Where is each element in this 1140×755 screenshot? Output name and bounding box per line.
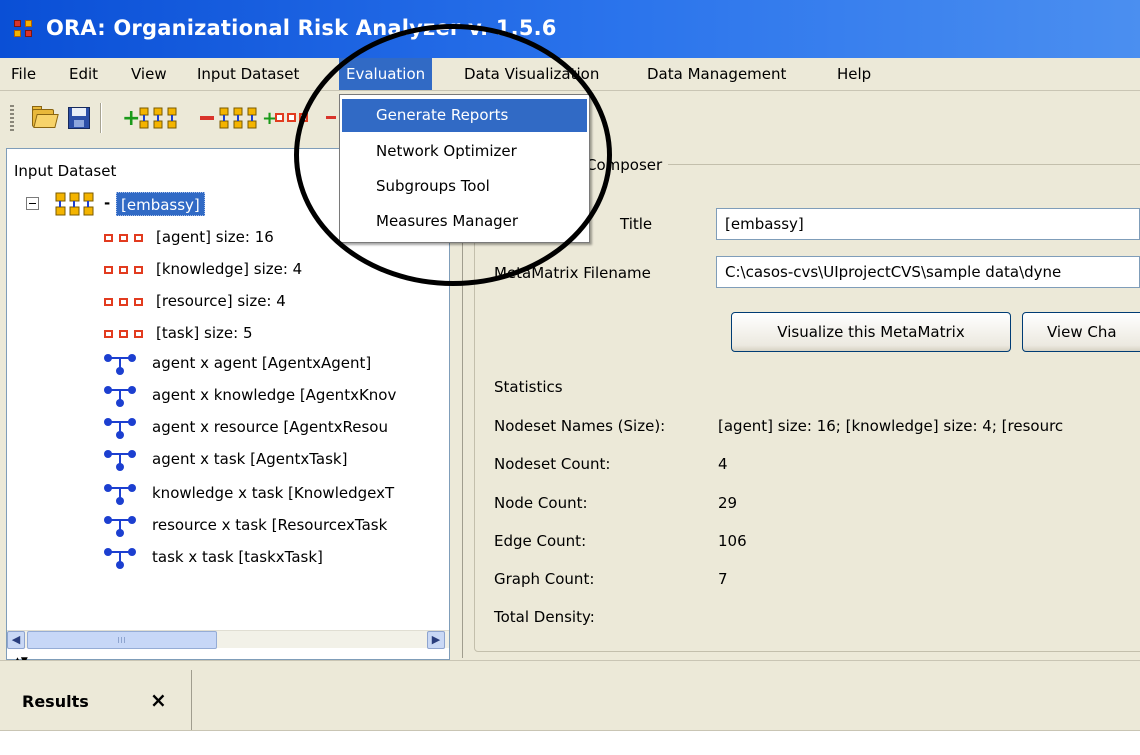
tree-item-label: agent x agent [AgentxAgent] (152, 354, 372, 372)
filename-label: MetaMatrix Filename (494, 264, 651, 282)
statistics-header: Statistics (494, 378, 563, 396)
network-icon (104, 449, 138, 471)
stat-label: Edge Count: (494, 532, 587, 550)
nodeset-icon (104, 233, 146, 243)
svg-text:+: + (122, 106, 140, 131)
title-field[interactable]: [embassy] (716, 208, 1140, 240)
input-dataset-header: Input Dataset (14, 162, 117, 180)
tree-item-label: agent x knowledge [AgentxKnov (152, 386, 397, 404)
window-title: ORA: Organizational Risk Analyzer v. 1.5… (46, 16, 557, 40)
menu-help[interactable]: Help (830, 58, 878, 90)
network-icon (104, 547, 138, 569)
composer-legend: Composer (580, 156, 669, 174)
toolbar-separator (100, 103, 101, 133)
stat-value: 7 (718, 570, 728, 588)
menu-item-network-optimizer[interactable]: Network Optimizer (342, 135, 587, 168)
nodeset-icon (104, 297, 146, 307)
tree-item-nodeset[interactable]: [agent] size: 16 (104, 224, 274, 250)
network-icon (104, 385, 138, 407)
tree-collapse-toggle[interactable] (26, 197, 39, 210)
network-icon (104, 483, 138, 505)
tree-item-label: [knowledge] size: 4 (156, 260, 303, 278)
tree-item-nodeset[interactable]: [resource] size: 4 (104, 288, 286, 314)
filename-field[interactable]: C:\casos-cvs\UIprojectCVS\sample data\dy… (716, 256, 1140, 288)
tree-item-network[interactable]: agent x knowledge [AgentxKnov (104, 382, 396, 408)
tree-item-label: knowledge x task [KnowledgexT (152, 484, 395, 502)
tree-item-network[interactable]: agent x task [AgentxTask] (104, 446, 347, 472)
tree-item-network[interactable]: agent x agent [AgentxAgent] (104, 350, 371, 376)
stat-label: Nodeset Names (Size): (494, 417, 666, 435)
tree-horizontal-scrollbar[interactable]: ◀ ▶ (7, 630, 449, 649)
menu-bar: File Edit View Input Dataset Evaluation … (0, 58, 1140, 91)
stat-label: Total Density: (494, 608, 595, 626)
tree-item-label: task x task [taskxTask] (152, 548, 323, 566)
stat-label: Node Count: (494, 494, 588, 512)
menu-file[interactable]: File (4, 58, 43, 90)
results-content (0, 730, 1140, 755)
add-metamatrix-icon[interactable]: + (120, 103, 196, 133)
tree-item-label: [agent] size: 16 (156, 228, 274, 246)
tree-item-label: [task] size: 5 (156, 324, 253, 342)
menu-item-measures-manager[interactable]: Measures Manager (342, 205, 587, 238)
nodeset-icon (104, 329, 146, 339)
menu-data-visualization[interactable]: Data Visualization (457, 58, 606, 90)
title-label: Title (620, 215, 653, 233)
evaluation-menu: Generate Reports Network Optimizer Subgr… (339, 94, 590, 243)
tree-item-nodeset[interactable]: [knowledge] size: 4 (104, 256, 302, 282)
tree-item-label: agent x resource [AgentxResou (152, 418, 388, 436)
tree-item-network[interactable]: knowledge x task [KnowledgexT (104, 480, 394, 506)
stat-label: Graph Count: (494, 570, 595, 588)
network-icon (104, 417, 138, 439)
scroll-left-button[interactable]: ◀ (7, 631, 25, 649)
nodeset-icon (104, 265, 146, 275)
scroll-right-button[interactable]: ▶ (427, 631, 445, 649)
tree-item-label: resource x task [ResourcexTask (152, 516, 388, 534)
menu-item-generate-reports[interactable]: Generate Reports (342, 99, 587, 132)
visualize-metamatrix-button[interactable]: Visualize this MetaMatrix (731, 312, 1011, 352)
tree-root-embassy[interactable]: [embassy] (116, 192, 205, 216)
toolbar-grip[interactable] (10, 105, 14, 131)
stat-value: 29 (718, 494, 738, 512)
stat-value: 4 (718, 455, 728, 473)
app-icon (14, 20, 36, 40)
tree-item-nodeset[interactable]: [task] size: 5 (104, 320, 253, 346)
network-icon (104, 515, 138, 537)
tree-item-label: agent x task [AgentxTask] (152, 450, 348, 468)
menu-item-subgroups-tool[interactable]: Subgroups Tool (342, 170, 587, 203)
results-tab-label: Results (22, 692, 89, 711)
tree-item-network[interactable]: resource x task [ResourcexTask (104, 512, 387, 538)
menu-view[interactable]: View (124, 58, 174, 90)
tree-item-network[interactable]: task x task [taskxTask] (104, 544, 323, 570)
scrollbar-thumb[interactable] (27, 631, 217, 649)
tree-item-network[interactable]: agent x resource [AgentxResou (104, 414, 388, 440)
menu-evaluation[interactable]: Evaluation (339, 58, 433, 90)
stat-value: 106 (718, 532, 747, 550)
network-icon (104, 353, 138, 375)
open-folder-icon[interactable] (30, 103, 59, 133)
menu-input-dataset[interactable]: Input Dataset (190, 58, 306, 90)
tree-root-dash: - (104, 194, 111, 212)
metamatrix-icon (55, 192, 94, 216)
svg-text:+: + (262, 108, 277, 129)
stat-value: [agent] size: 16; [knowledge] size: 4; [… (718, 417, 1064, 435)
add-nodeset-icon[interactable]: + (262, 103, 322, 133)
stat-label: Nodeset Count: (494, 455, 611, 473)
tree-item-label: [resource] size: 4 (156, 292, 286, 310)
save-disk-icon[interactable] (66, 103, 92, 133)
view-chart-button[interactable]: View Cha (1022, 312, 1140, 352)
title-bar: ORA: Organizational Risk Analyzer v. 1.5… (0, 0, 1140, 58)
menu-edit[interactable]: Edit (62, 58, 105, 90)
menu-data-management[interactable]: Data Management (640, 58, 793, 90)
close-icon[interactable]: × (150, 688, 167, 712)
